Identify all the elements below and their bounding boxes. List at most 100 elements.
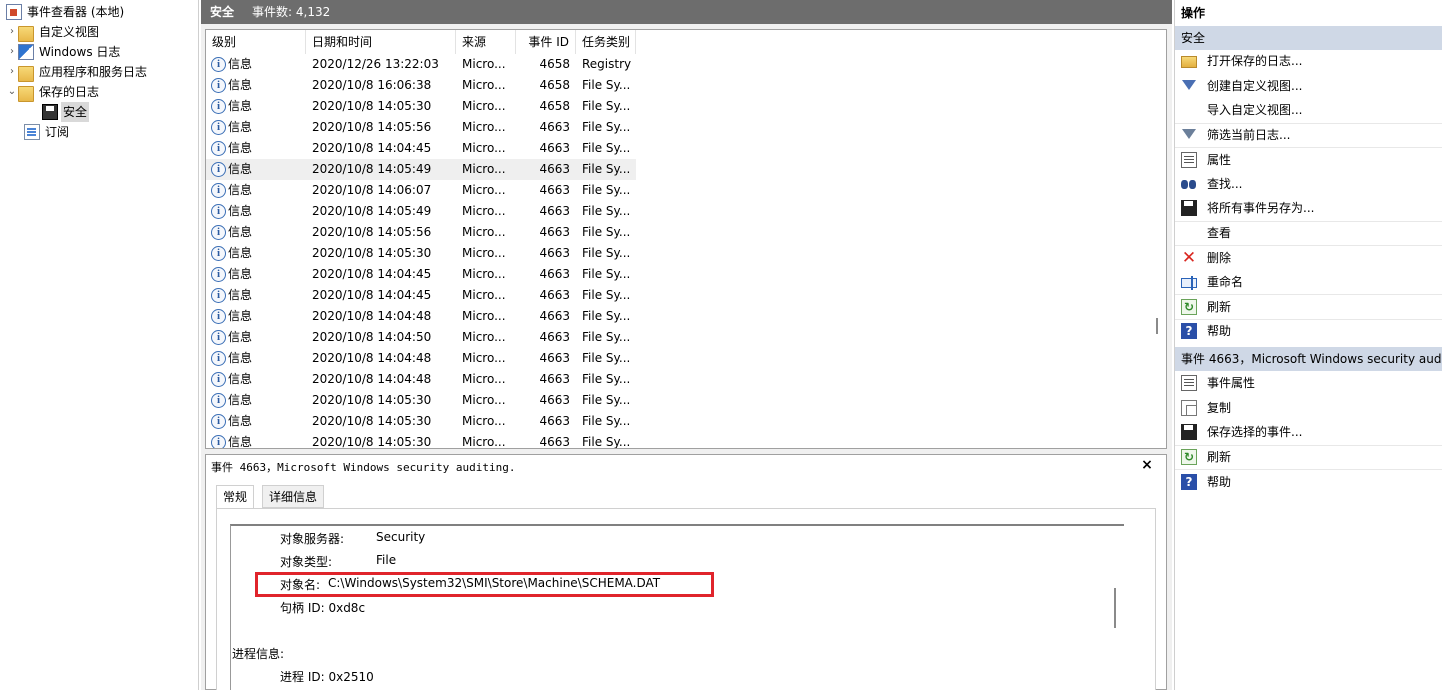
event-id-cell: 4663 bbox=[539, 162, 570, 176]
action-item[interactable]: ? 帮助 bbox=[1175, 318, 1442, 343]
info-icon: i bbox=[211, 351, 226, 366]
info-icon: i bbox=[211, 414, 226, 429]
table-row[interactable]: i 信息 2020/10/8 14:05:30 Micro... 4658 File Sy… bbox=[206, 96, 636, 117]
table-row[interactable]: i 信息 2020/10/8 14:04:48 Micro... 4663 File Sy… bbox=[206, 348, 636, 369]
table-row[interactable]: i 信息 2020/10/8 14:04:45 Micro... 4663 File Sy… bbox=[206, 285, 636, 306]
action-item[interactable]: ? 帮助 bbox=[1175, 469, 1442, 493]
action-item[interactable]: 创建自定义视图... bbox=[1175, 74, 1442, 98]
chevron-right-icon[interactable]: › bbox=[6, 42, 18, 62]
tree-item-app-service-logs[interactable]: › 应用程序和服务日志 bbox=[6, 62, 149, 82]
log-title: 安全 bbox=[210, 5, 235, 19]
actions-section-event[interactable]: 事件 4663，Microsoft Windows security audit… bbox=[1175, 347, 1442, 371]
tab-details[interactable]: 详细信息 bbox=[262, 485, 325, 508]
action-item[interactable]: 保存选择的事件... bbox=[1175, 420, 1442, 444]
event-id-cell: 4658 bbox=[539, 57, 570, 71]
table-row[interactable]: i 信息 2020/10/8 14:04:45 Micro... 4663 File Sy… bbox=[206, 138, 636, 159]
chevron-right-icon[interactable]: › bbox=[6, 22, 18, 42]
source-cell: Micro... bbox=[462, 267, 506, 281]
column-header-event-id[interactable]: 事件 ID bbox=[516, 30, 576, 54]
task-category-cell: File Sy... bbox=[582, 267, 631, 281]
tree-item-label: 订阅 bbox=[45, 125, 70, 139]
info-icon: i bbox=[211, 204, 226, 219]
table-row[interactable]: i 信息 2020/10/8 14:04:48 Micro... 4663 File Sy… bbox=[206, 369, 636, 390]
open-log-icon bbox=[1181, 56, 1197, 68]
blank-icon bbox=[1181, 102, 1197, 118]
column-header-datetime[interactable]: 日期和时间 bbox=[306, 30, 456, 54]
level-text: 信息 bbox=[228, 141, 253, 155]
task-category-cell: File Sy... bbox=[582, 141, 631, 155]
table-row[interactable]: i 信息 2020/10/8 14:05:56 Micro... 4663 File Sy… bbox=[206, 222, 636, 243]
task-category-cell: File Sy... bbox=[582, 204, 631, 218]
chevron-right-icon[interactable]: › bbox=[6, 62, 18, 82]
folder-icon bbox=[18, 85, 34, 102]
action-item[interactable]: 查找... bbox=[1175, 172, 1442, 196]
action-label: 重命名 bbox=[1207, 274, 1244, 289]
tree-root[interactable]: 事件查看器 (本地) bbox=[6, 2, 126, 22]
table-row[interactable]: i 信息 2020/10/8 14:05:30 Micro... 4663 File Sy… bbox=[206, 411, 636, 432]
chevron-down-icon[interactable]: ⌄ bbox=[6, 82, 18, 102]
action-item[interactable]: 打开保存的日志... bbox=[1175, 49, 1442, 73]
action-item[interactable]: 筛选当前日志... bbox=[1175, 122, 1442, 147]
action-item[interactable]: 查看 bbox=[1175, 220, 1442, 245]
datetime-cell: 2020/10/8 14:05:56 bbox=[312, 120, 432, 134]
object-name-label: 对象名: bbox=[280, 578, 321, 592]
table-row[interactable]: i 信息 2020/10/8 14:04:48 Micro... 4663 File Sy… bbox=[206, 306, 636, 327]
detail-scrollbar-thumb[interactable] bbox=[1114, 588, 1116, 628]
table-row[interactable]: i 信息 2020/10/8 14:05:30 Micro... 4663 File Sy… bbox=[206, 390, 636, 411]
close-icon[interactable]: × bbox=[1140, 457, 1154, 473]
datetime-cell: 2020/10/8 14:05:30 bbox=[312, 246, 432, 260]
event-detail-pane: 事件 4663，Microsoft Windows security audit… bbox=[205, 454, 1167, 690]
level-text: 信息 bbox=[228, 78, 253, 92]
level-text: 信息 bbox=[228, 330, 253, 344]
level-cell: i 信息 bbox=[206, 411, 306, 432]
column-header-source[interactable]: 来源 bbox=[456, 30, 516, 54]
tree-item-windows-logs[interactable]: › Windows 日志 bbox=[6, 42, 122, 62]
action-item[interactable]: ✕ 删除 bbox=[1175, 245, 1442, 269]
table-row[interactable]: i 信息 2020/10/8 14:05:30 Micro... 4663 File Sy… bbox=[206, 243, 636, 264]
datetime-cell: 2020/10/8 14:05:30 bbox=[312, 99, 432, 113]
column-header-task-category[interactable]: 任务类别 bbox=[576, 30, 636, 54]
tree-item-subscriptions[interactable]: 订阅 bbox=[24, 122, 71, 142]
event-id-cell: 4663 bbox=[539, 204, 570, 218]
action-item[interactable]: 复制 bbox=[1175, 396, 1442, 420]
action-item[interactable]: 事件属性 bbox=[1175, 371, 1442, 395]
table-row[interactable]: i 信息 2020/10/8 14:04:45 Micro... 4663 File Sy… bbox=[206, 264, 636, 285]
task-category-cell: File Sy... bbox=[582, 372, 631, 386]
table-row[interactable]: i 信息 2020/10/8 14:05:56 Micro... 4663 File Sy… bbox=[206, 117, 636, 138]
actions-section-security[interactable]: 安全 bbox=[1175, 26, 1442, 50]
table-row[interactable]: i 信息 2020/12/26 13:22:03 Micro... 4658 Regist… bbox=[206, 54, 636, 75]
action-label: 将所有事件另存为... bbox=[1207, 201, 1315, 215]
list-scrollbar-thumb[interactable] bbox=[1156, 318, 1158, 334]
level-cell: i 信息 bbox=[206, 138, 306, 159]
table-row[interactable]: i 信息 2020/10/8 14:06:07 Micro... 4663 File Sy… bbox=[206, 180, 636, 201]
table-row[interactable]: i 信息 2020/10/8 16:06:38 Micro... 4658 File Sy… bbox=[206, 75, 636, 96]
tree-item-security-log[interactable]: 安全 bbox=[42, 102, 90, 122]
info-icon: i bbox=[211, 162, 226, 177]
action-item[interactable]: 属性 bbox=[1175, 147, 1442, 171]
level-text: 信息 bbox=[228, 99, 253, 113]
action-item[interactable]: 重命名 bbox=[1175, 270, 1442, 294]
datetime-cell: 2020/10/8 14:06:07 bbox=[312, 183, 432, 197]
action-item[interactable]: 将所有事件另存为... bbox=[1175, 196, 1442, 220]
action-item[interactable]: ↻ 刷新 bbox=[1175, 294, 1442, 318]
object-name-value: C:\Windows\System32\SMI\Store\Machine\SC… bbox=[328, 576, 661, 590]
source-cell: Micro... bbox=[462, 330, 506, 344]
tree-item-saved-logs[interactable]: ⌄ 保存的日志 bbox=[6, 82, 101, 102]
table-row[interactable]: i 信息 2020/10/8 14:05:49 Micro... 4663 File Sy… bbox=[206, 159, 636, 180]
event-list[interactable]: 级别 日期和时间 来源 事件 ID 任务类别 i 信息 2020/12/26 13:… bbox=[205, 29, 1167, 449]
level-cell: i 信息 bbox=[206, 54, 306, 75]
datetime-cell: 2020/10/8 14:04:45 bbox=[312, 267, 432, 281]
source-cell: Micro... bbox=[462, 393, 506, 407]
tree-item-label: 安全 bbox=[61, 102, 90, 122]
table-row[interactable]: i 信息 2020/10/8 14:05:49 Micro... 4663 File Sy… bbox=[206, 201, 636, 222]
tab-general[interactable]: 常规 bbox=[216, 485, 255, 509]
folder-icon bbox=[18, 65, 34, 82]
level-text: 信息 bbox=[228, 414, 253, 428]
action-item[interactable]: ↻ 刷新 bbox=[1175, 444, 1442, 469]
action-item[interactable]: 导入自定义视图... bbox=[1175, 98, 1442, 122]
column-header-level[interactable]: 级别 bbox=[206, 30, 306, 54]
task-category-cell: File Sy... bbox=[582, 393, 631, 407]
tree-item-custom-views[interactable]: › 自定义视图 bbox=[6, 22, 101, 42]
table-row[interactable]: i 信息 2020/10/8 14:05:30 Micro... 4663 File Sy… bbox=[206, 432, 636, 448]
table-row[interactable]: i 信息 2020/10/8 14:04:50 Micro... 4663 File Sy… bbox=[206, 327, 636, 348]
